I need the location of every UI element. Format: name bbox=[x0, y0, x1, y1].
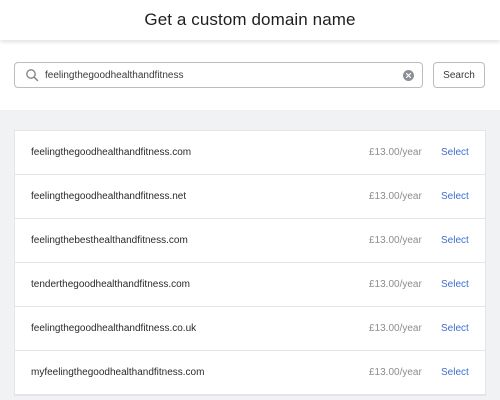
search-button[interactable]: Search bbox=[433, 62, 485, 88]
select-domain-button[interactable]: Select bbox=[441, 279, 469, 290]
domain-row: myfeelingthegoodhealthandfitness.com £13… bbox=[15, 351, 485, 395]
select-domain-button[interactable]: Select bbox=[441, 323, 469, 334]
domain-name: feelingthebesthealthandfitness.com bbox=[31, 235, 188, 246]
page-title: Get a custom domain name bbox=[144, 10, 356, 29]
search-input[interactable] bbox=[45, 69, 403, 81]
domain-row: feelingthebesthealthandfitness.com £13.0… bbox=[15, 219, 485, 263]
select-domain-button[interactable]: Select bbox=[441, 191, 469, 202]
domain-results-list: feelingthegoodhealthandfitness.com £13.0… bbox=[14, 130, 486, 396]
clear-icon[interactable] bbox=[403, 69, 414, 81]
domain-name: feelingthegoodhealthandfitness.co.uk bbox=[31, 323, 197, 334]
domain-row: feelingthegoodhealthandfitness.co.uk £13… bbox=[15, 307, 485, 351]
domain-name: feelingthegoodhealthandfitness.com bbox=[31, 147, 192, 158]
domain-row: tenderthegoodhealthandfitness.com £13.00… bbox=[15, 263, 485, 307]
domain-price: £13.00/year bbox=[369, 323, 422, 334]
search-icon bbox=[26, 69, 39, 82]
page-header: Get a custom domain name bbox=[0, 0, 500, 40]
domain-name: tenderthegoodhealthandfitness.com bbox=[31, 279, 191, 290]
domain-price: £13.00/year bbox=[369, 279, 422, 290]
select-domain-button[interactable]: Select bbox=[441, 235, 469, 246]
domain-row: feelingthegoodhealthandfitness.net £13.0… bbox=[15, 175, 485, 219]
select-domain-button[interactable]: Select bbox=[441, 367, 469, 378]
select-domain-button[interactable]: Select bbox=[441, 147, 469, 158]
domain-price: £13.00/year bbox=[369, 147, 422, 158]
domain-name: feelingthegoodhealthandfitness.net bbox=[31, 191, 187, 202]
domain-name: myfeelingthegoodhealthandfitness.com bbox=[31, 367, 205, 378]
domain-price: £13.00/year bbox=[369, 235, 422, 246]
domain-price: £13.00/year bbox=[369, 367, 422, 378]
domain-price: £13.00/year bbox=[369, 191, 422, 202]
domain-row: feelingthegoodhealthandfitness.com £13.0… bbox=[15, 131, 485, 175]
search-bar: Search bbox=[0, 40, 500, 110]
search-box[interactable] bbox=[14, 62, 423, 88]
